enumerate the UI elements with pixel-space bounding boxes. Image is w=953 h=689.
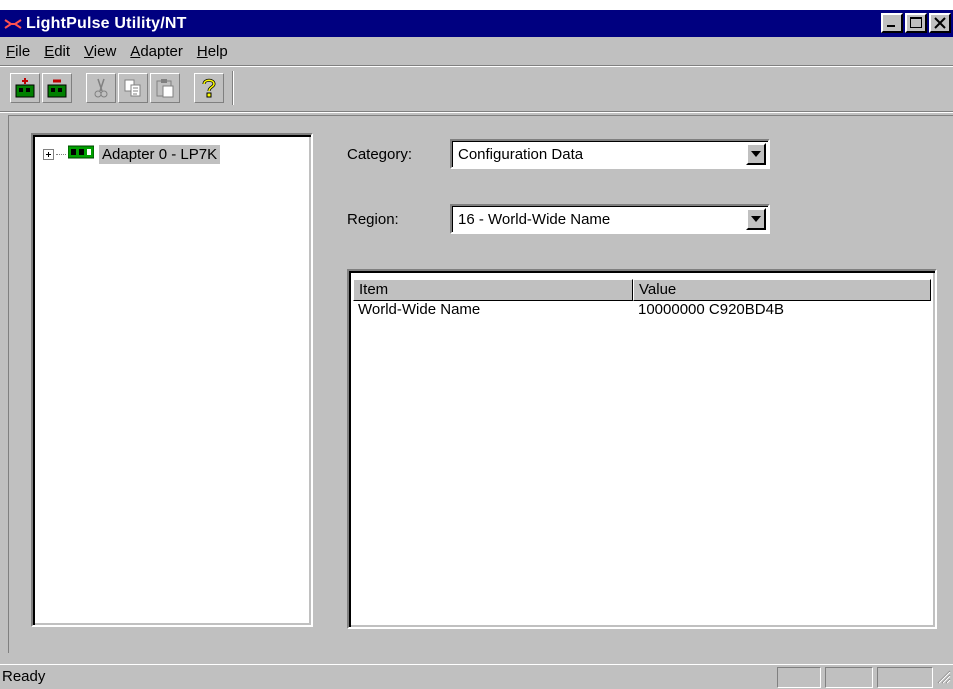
- close-icon: [934, 16, 946, 33]
- maximize-button[interactable]: [905, 13, 927, 33]
- chevron-down-icon: [751, 151, 761, 157]
- minimize-icon: [887, 25, 895, 27]
- maximize-icon: [910, 17, 922, 28]
- cell-item: World-Wide Name: [358, 301, 481, 318]
- main-window: LightPulse Utility/NT File Edit View Ada…: [0, 10, 953, 689]
- paste-button[interactable]: [150, 73, 180, 103]
- client-area: Adapter 0 - LP7K Category: Configuration…: [8, 115, 953, 653]
- adapter-card-icon: [67, 145, 95, 163]
- menu-help[interactable]: Help: [197, 43, 228, 60]
- chevron-down-icon: [751, 216, 761, 222]
- menu-edit[interactable]: Edit: [44, 43, 70, 60]
- remove-adapter-button[interactable]: [42, 73, 72, 103]
- add-adapter-button[interactable]: [10, 73, 40, 103]
- status-pane-2: [825, 667, 873, 688]
- paste-icon: [156, 79, 174, 98]
- cut-icon: [94, 78, 108, 98]
- menu-file[interactable]: File: [6, 43, 30, 60]
- menu-separator: [0, 65, 953, 67]
- category-label: Category:: [347, 146, 413, 163]
- resize-grip-icon[interactable]: [937, 670, 951, 688]
- region-label: Region:: [347, 211, 399, 228]
- adapter-tree[interactable]: Adapter 0 - LP7K: [31, 133, 313, 627]
- close-button[interactable]: [929, 13, 951, 33]
- expand-icon[interactable]: [43, 148, 54, 160]
- remove-adapter-icon: [47, 79, 67, 98]
- toolbar: [10, 68, 240, 108]
- table-row[interactable]: World-Wide Name 10000000 C920BD4B: [353, 301, 931, 318]
- menu-adapter[interactable]: Adapter: [130, 43, 183, 60]
- menu-view[interactable]: View: [84, 43, 116, 60]
- category-dropdown[interactable]: Configuration Data: [450, 139, 770, 169]
- copy-icon: [124, 79, 141, 97]
- help-button[interactable]: [194, 73, 224, 103]
- app-logo-icon: [4, 17, 22, 31]
- add-adapter-icon: [15, 78, 35, 98]
- copy-button[interactable]: [118, 73, 148, 103]
- tree-node-label: Adapter 0 - LP7K: [99, 144, 221, 164]
- tree-connector: [56, 153, 66, 155]
- region-dropdown[interactable]: 16 - World-Wide Name: [450, 204, 770, 234]
- column-header-value[interactable]: Value: [633, 279, 931, 301]
- category-value: Configuration Data: [458, 145, 584, 163]
- region-value: 16 - World-Wide Name: [458, 210, 611, 228]
- tree-node-adapter-0[interactable]: Adapter 0 - LP7K: [43, 143, 221, 165]
- cell-value: 10000000 C920BD4B: [638, 301, 784, 318]
- menu-bar: File Edit View Adapter Help: [0, 39, 953, 63]
- status-pane-1: [777, 667, 821, 688]
- column-header-item[interactable]: Item: [353, 279, 633, 301]
- status-bar: Ready: [0, 664, 953, 689]
- title-bar[interactable]: LightPulse Utility/NT: [0, 10, 953, 37]
- list-header: Item Value: [353, 279, 931, 301]
- status-pane-3: [877, 667, 933, 688]
- help-icon: [202, 78, 216, 98]
- cut-button[interactable]: [86, 73, 116, 103]
- category-dropdown-button[interactable]: [746, 143, 766, 165]
- window-title: LightPulse Utility/NT: [26, 14, 187, 32]
- toolbar-separator: [0, 111, 953, 113]
- minimize-button[interactable]: [881, 13, 903, 33]
- toolbar-divider: [232, 71, 234, 105]
- status-text: Ready: [2, 668, 46, 685]
- region-dropdown-button[interactable]: [746, 208, 766, 230]
- data-list[interactable]: Item Value World-Wide Name 10000000 C920…: [347, 269, 937, 629]
